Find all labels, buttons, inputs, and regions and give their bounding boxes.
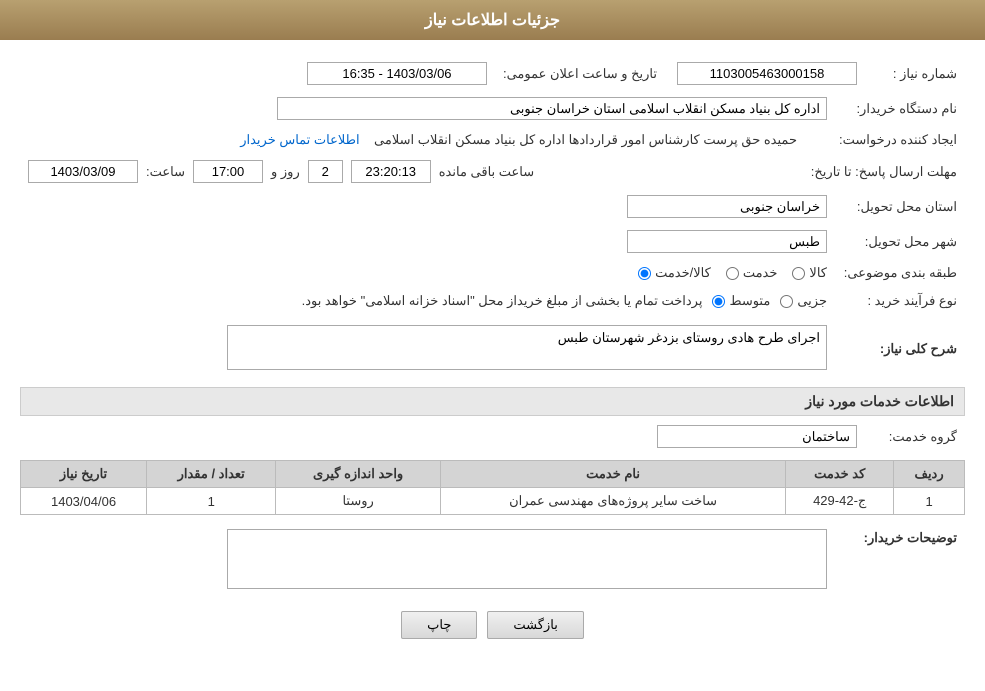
contact-link[interactable]: اطلاعات تماس خریدار	[240, 132, 359, 147]
announce-date-input[interactable]	[307, 62, 487, 85]
buyer-desc-value-cell	[20, 525, 835, 596]
category-kala-khedmat-radio[interactable]	[638, 267, 651, 280]
city-label: شهر محل تحویل:	[835, 226, 965, 257]
creator-value-cell: حمیده حق پرست کارشناس امور قراردادها ادا…	[20, 128, 805, 152]
print-button[interactable]: چاپ	[401, 611, 477, 639]
deadline-days-input[interactable]	[308, 160, 343, 183]
city-input[interactable]	[627, 230, 827, 253]
process-motavaset-label: متوسط	[729, 293, 770, 309]
table-col-row: ردیف	[894, 461, 965, 488]
buyer-org-label: نام دستگاه خریدار:	[835, 93, 965, 124]
announce-date-label: تاریخ و ساعت اعلان عمومی:	[495, 58, 665, 89]
buttons-row: بازگشت چاپ	[20, 611, 965, 639]
general-desc-textarea[interactable]	[227, 325, 827, 370]
deadline-label: مهلت ارسال پاسخ: تا تاریخ:	[803, 156, 965, 187]
table-cell-row: 1	[894, 488, 965, 515]
creator-value: حمیده حق پرست کارشناس امور قراردادها ادا…	[374, 132, 797, 147]
table-cell-code: ج-42-429	[786, 488, 894, 515]
table-cell-name: ساخت سایر پروژه‌های مهندسی عمران	[440, 488, 785, 515]
process-motavaset-option[interactable]: متوسط	[712, 293, 770, 309]
process-label: نوع فرآیند خرید :	[835, 289, 965, 313]
remaining-time-input[interactable]	[351, 160, 431, 183]
service-group-label: گروه خدمت:	[865, 421, 965, 452]
province-value-cell	[20, 191, 835, 222]
buyer-desc-textarea[interactable]	[227, 529, 827, 589]
buyer-org-input[interactable]	[277, 97, 827, 120]
back-button[interactable]: بازگشت	[487, 611, 583, 639]
buyer-desc-label: توضیحات خریدار:	[835, 525, 965, 596]
deadline-row-cell: ساعت: روز و ساعت باقی مانده	[20, 156, 803, 187]
province-input[interactable]	[627, 195, 827, 218]
table-col-code: کد خدمت	[786, 461, 894, 488]
table-row: 1ج-42-429ساخت سایر پروژه‌های مهندسی عمرا…	[21, 488, 965, 515]
process-jozvi-label: جزیی	[797, 293, 827, 309]
category-label: طبقه بندی موضوعی:	[835, 261, 965, 285]
process-desc-text: پرداخت تمام یا بخشی از مبلغ خریداز محل "…	[302, 293, 703, 309]
table-col-unit: واحد اندازه گیری	[276, 461, 441, 488]
province-label: استان محل تحویل:	[835, 191, 965, 222]
service-group-value-cell	[20, 421, 865, 452]
category-kala-radio[interactable]	[792, 267, 805, 280]
process-value-cell: جزیی متوسط پرداخت تمام یا بخشی از مبلغ خ…	[20, 289, 835, 313]
announce-date-value-cell	[20, 58, 495, 89]
table-cell-date: 1403/04/06	[21, 488, 147, 515]
need-number-label: شماره نیاز :	[865, 58, 965, 89]
category-value-cell: کالا خدمت کالا/خدمت	[20, 261, 835, 285]
table-col-qty: تعداد / مقدار	[147, 461, 276, 488]
deadline-date-input[interactable]	[28, 160, 138, 183]
general-desc-value-cell	[20, 321, 835, 377]
services-section-title: اطلاعات خدمات مورد نیاز	[20, 387, 965, 416]
creator-label: ایجاد کننده درخواست:	[805, 128, 965, 152]
process-jozvi-option[interactable]: جزیی	[780, 293, 827, 309]
category-kala-option[interactable]: کالا	[792, 265, 827, 281]
process-motavaset-radio[interactable]	[712, 295, 725, 308]
deadline-time-input[interactable]	[193, 160, 263, 183]
need-number-value-cell	[665, 58, 865, 89]
category-khedmat-option[interactable]: خدمت	[726, 265, 778, 281]
process-jozvi-radio[interactable]	[780, 295, 793, 308]
page-title: جزئیات اطلاعات نیاز	[425, 12, 560, 29]
table-col-name: نام خدمت	[440, 461, 785, 488]
deadline-time-label: ساعت:	[146, 164, 185, 180]
need-number-input[interactable]	[677, 62, 857, 85]
category-khedmat-radio[interactable]	[726, 267, 739, 280]
page-header: جزئیات اطلاعات نیاز	[0, 0, 985, 40]
category-kala-khedmat-label: کالا/خدمت	[655, 265, 711, 281]
service-group-input[interactable]	[657, 425, 857, 448]
category-kala-khedmat-option[interactable]: کالا/خدمت	[638, 265, 711, 281]
city-value-cell	[20, 226, 835, 257]
table-cell-qty: 1	[147, 488, 276, 515]
category-kala-label: کالا	[809, 265, 827, 281]
general-desc-label: شرح کلی نیاز:	[835, 321, 965, 377]
category-khedmat-label: خدمت	[743, 265, 778, 281]
table-col-date: تاریخ نیاز	[21, 461, 147, 488]
table-cell-unit: روستا	[276, 488, 441, 515]
buyer-org-value-cell	[20, 93, 835, 124]
deadline-days-label: روز و	[271, 164, 300, 180]
remaining-label: ساعت باقی مانده	[439, 164, 534, 180]
